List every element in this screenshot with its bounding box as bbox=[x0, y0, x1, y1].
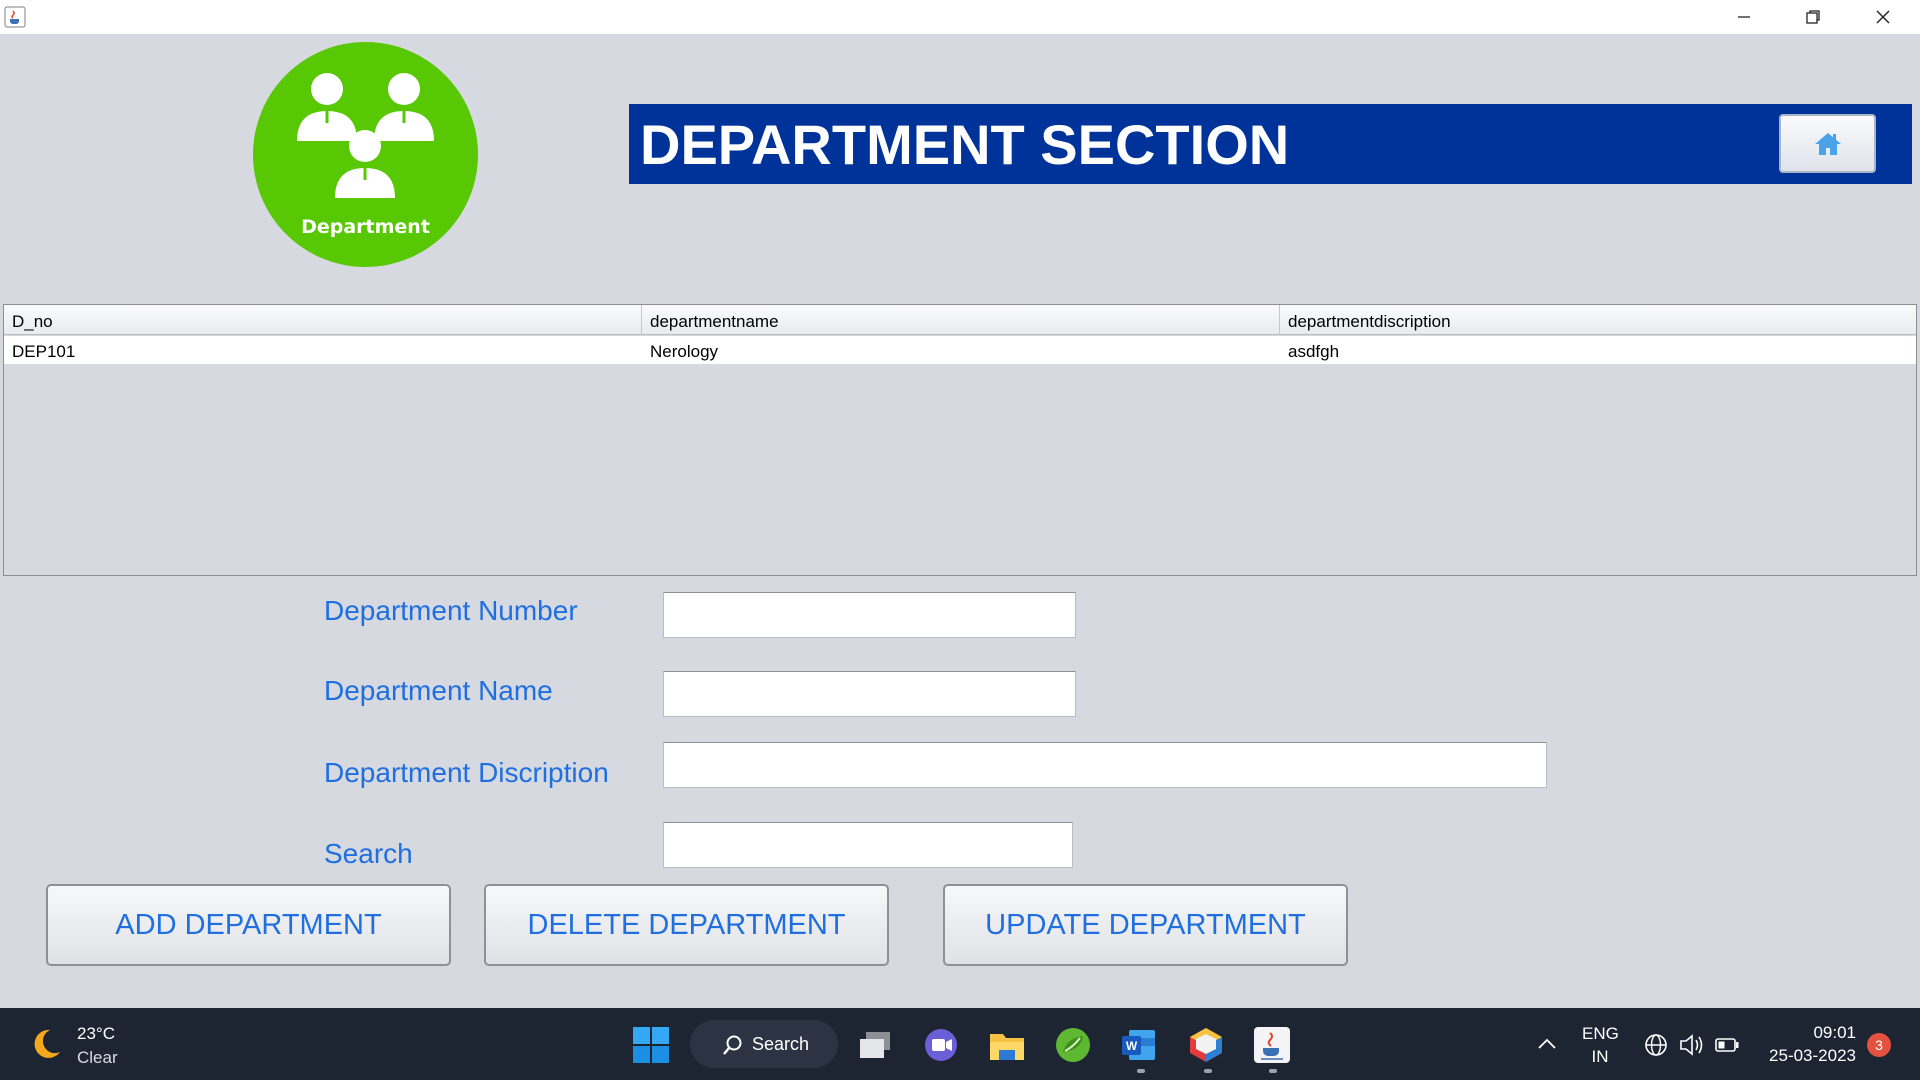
svg-text:W: W bbox=[1126, 1039, 1138, 1053]
restore-icon bbox=[1806, 10, 1820, 24]
network-icon[interactable] bbox=[1643, 1032, 1669, 1058]
java-cup-icon bbox=[4, 6, 26, 28]
minimize-icon bbox=[1738, 16, 1750, 18]
department-number-field[interactable] bbox=[663, 592, 1076, 638]
volume-icon[interactable] bbox=[1678, 1032, 1706, 1058]
language-line1[interactable]: ENG bbox=[1582, 1024, 1619, 1044]
update-department-button[interactable]: UPDATE DEPARTMENT bbox=[943, 884, 1348, 966]
battery-icon[interactable] bbox=[1714, 1034, 1740, 1056]
cell-dno: DEP101 bbox=[12, 342, 76, 361]
restore-button[interactable] bbox=[1778, 0, 1848, 34]
cell-departmentdiscription: asdfgh bbox=[1288, 342, 1340, 361]
running-indicator bbox=[1269, 1069, 1277, 1073]
section-header: DEPARTMENT SECTION bbox=[629, 104, 1912, 184]
table-row[interactable]: DEP101 Nerology asdfgh bbox=[4, 336, 1916, 364]
running-indicator bbox=[1137, 1069, 1145, 1073]
file-explorer-icon[interactable] bbox=[987, 1026, 1027, 1064]
windows-start-icon[interactable] bbox=[631, 1026, 671, 1064]
language-line2[interactable]: IN bbox=[1582, 1047, 1618, 1067]
cell-departmentname: Nerology bbox=[650, 342, 719, 361]
column-header-departmentname[interactable]: departmentname bbox=[642, 305, 1280, 335]
clock-time[interactable]: 09:01 bbox=[1762, 1023, 1856, 1043]
search-input[interactable] bbox=[663, 822, 1073, 868]
window-title-bar bbox=[0, 0, 1920, 34]
taskbar-search[interactable]: Search bbox=[690, 1020, 838, 1068]
column-header-departmentdiscription[interactable]: departmentdiscription bbox=[1280, 305, 1916, 335]
weather-condition[interactable]: Clear bbox=[77, 1048, 118, 1068]
department-logo: Department bbox=[253, 42, 478, 267]
search-label: Search bbox=[324, 838, 413, 869]
clock-date[interactable]: 25-03-2023 bbox=[1756, 1046, 1856, 1066]
close-button[interactable] bbox=[1848, 0, 1918, 34]
department-name-label: Department Name bbox=[324, 675, 553, 706]
taskbar-search-label: Search bbox=[752, 1033, 810, 1054]
home-icon bbox=[1814, 132, 1841, 155]
chevron-up-icon[interactable] bbox=[1536, 1034, 1558, 1054]
search-icon bbox=[723, 1035, 742, 1055]
teams-icon[interactable] bbox=[921, 1026, 961, 1064]
task-view-icon[interactable] bbox=[856, 1026, 896, 1064]
netbeans-icon[interactable] bbox=[1186, 1026, 1226, 1064]
department-name-field[interactable] bbox=[663, 671, 1076, 717]
running-indicator bbox=[1204, 1069, 1212, 1073]
spring-icon[interactable] bbox=[1053, 1026, 1093, 1064]
department-description-field[interactable] bbox=[663, 742, 1547, 788]
add-department-button[interactable]: ADD DEPARTMENT bbox=[46, 884, 451, 966]
department-number-label: Department Number bbox=[324, 595, 578, 626]
home-button[interactable] bbox=[1779, 114, 1876, 173]
department-description-label: Department Discription bbox=[324, 757, 609, 788]
word-icon[interactable]: W bbox=[1119, 1026, 1159, 1064]
page-title: DEPARTMENT SECTION bbox=[640, 113, 1290, 176]
delete-department-button[interactable]: DELETE DEPARTMENT bbox=[484, 884, 889, 966]
table-header: D_no departmentname departmentdiscriptio… bbox=[4, 305, 1916, 335]
logo-label: Department bbox=[301, 216, 430, 238]
minimize-button[interactable] bbox=[1709, 0, 1779, 34]
moon-icon bbox=[28, 1026, 64, 1062]
department-table[interactable]: D_no departmentname departmentdiscriptio… bbox=[3, 304, 1917, 576]
java-icon[interactable] bbox=[1252, 1026, 1292, 1064]
column-header-dno[interactable]: D_no bbox=[4, 305, 642, 335]
close-icon bbox=[1876, 10, 1890, 24]
weather-temp[interactable]: 23°C bbox=[77, 1024, 115, 1044]
notification-badge[interactable]: 3 bbox=[1867, 1033, 1891, 1057]
